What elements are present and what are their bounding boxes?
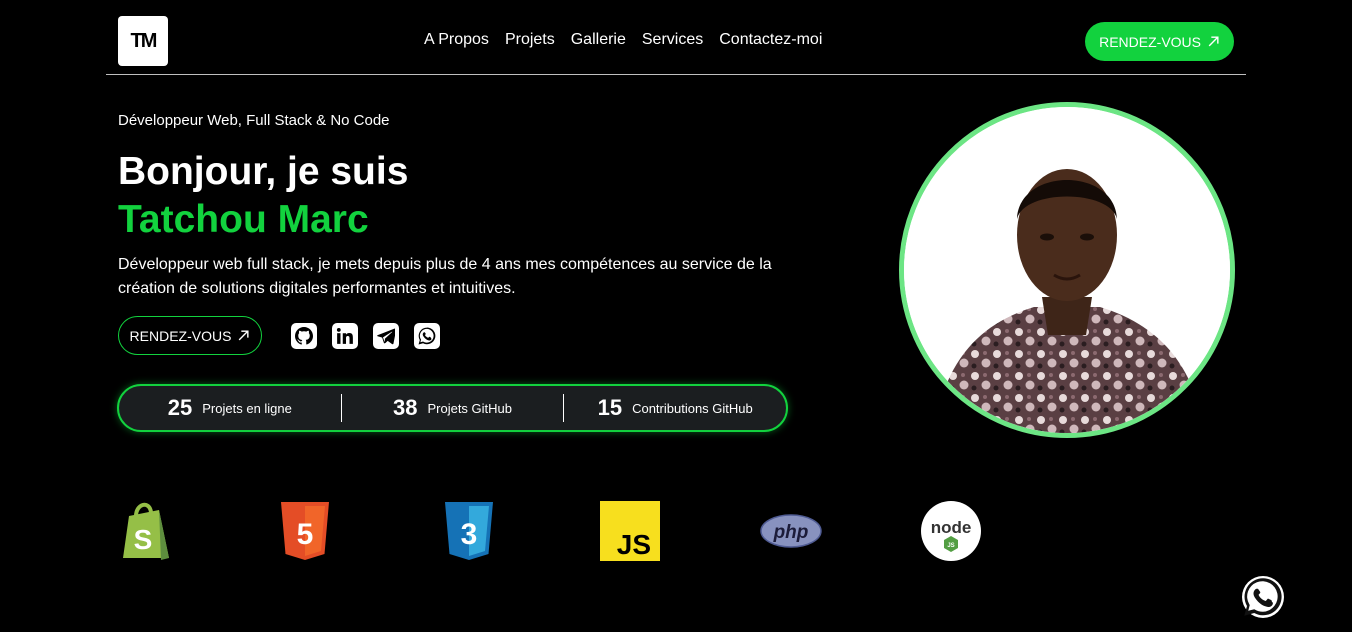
header-cta-label: RENDEZ-VOUS xyxy=(1099,33,1201,50)
css3-icon: 3 xyxy=(441,498,497,564)
stat-contributions-github: 15 Contributions GitHub xyxy=(564,395,786,421)
php-icon: php xyxy=(760,498,822,564)
telegram-icon[interactable] xyxy=(373,323,399,349)
svg-text:JS: JS xyxy=(947,543,954,549)
hero-rendez-vous-button[interactable]: RENDEZ-VOUS xyxy=(118,316,262,355)
hero-greeting: Bonjour, je suis xyxy=(118,150,409,193)
nav-link-services[interactable]: Services xyxy=(642,31,703,49)
logo-text: TM xyxy=(130,29,158,52)
person-portrait xyxy=(904,107,1230,433)
svg-text:S: S xyxy=(134,524,153,555)
svg-text:php: php xyxy=(773,522,809,543)
hero-name: Tatchou Marc xyxy=(118,198,369,241)
profile-photo xyxy=(899,102,1235,438)
svg-text:3: 3 xyxy=(461,518,478,551)
nav-link-projets[interactable]: Projets xyxy=(505,31,555,49)
nodejs-icon: node JS xyxy=(920,498,982,564)
stat-value: 15 xyxy=(597,395,623,420)
whatsapp-icon[interactable] xyxy=(414,323,440,349)
svg-text:JS: JS xyxy=(617,529,651,560)
shopify-icon: S xyxy=(118,498,176,564)
logo[interactable]: TM xyxy=(118,16,168,66)
arrow-up-right-icon xyxy=(1208,36,1219,47)
svg-text:5: 5 xyxy=(297,518,314,551)
arrow-up-right-icon xyxy=(239,330,249,341)
html5-icon: 5 xyxy=(277,498,333,564)
whatsapp-float-button[interactable] xyxy=(1242,576,1284,618)
social-links xyxy=(291,323,440,349)
main-nav: A Propos Projets Gallerie Services Conta… xyxy=(424,31,822,49)
nav-link-gallerie[interactable]: Gallerie xyxy=(571,31,626,49)
stat-label: Projets GitHub xyxy=(427,400,513,416)
nav-link-a-propos[interactable]: A Propos xyxy=(424,31,489,49)
stat-value: 25 xyxy=(167,395,193,420)
stat-projets-github: 38 Projets GitHub xyxy=(342,395,564,421)
hero-cta-label: RENDEZ-VOUS xyxy=(129,327,232,344)
header-rendez-vous-button[interactable]: RENDEZ-VOUS xyxy=(1085,22,1234,61)
svg-text:node: node xyxy=(931,518,972,537)
stat-label: Contributions GitHub xyxy=(632,400,753,416)
whatsapp-icon xyxy=(1244,578,1282,616)
linkedin-icon[interactable] xyxy=(332,323,358,349)
stat-projets-en-ligne: 25 Projets en ligne xyxy=(119,395,341,421)
hero-description: Développeur web full stack, je mets depu… xyxy=(118,256,772,297)
hero-subtitle: Développeur Web, Full Stack & No Code xyxy=(118,112,390,129)
site-header: TM A Propos Projets Gallerie Services Co… xyxy=(106,0,1246,75)
stat-value: 38 xyxy=(392,395,418,420)
github-icon[interactable] xyxy=(291,323,317,349)
nav-link-contact[interactable]: Contactez-moi xyxy=(719,31,822,49)
stat-label: Projets en ligne xyxy=(202,400,292,416)
stats-bar: 25 Projets en ligne 38 Projets GitHub 15… xyxy=(117,384,788,432)
javascript-icon: JS xyxy=(600,498,660,564)
